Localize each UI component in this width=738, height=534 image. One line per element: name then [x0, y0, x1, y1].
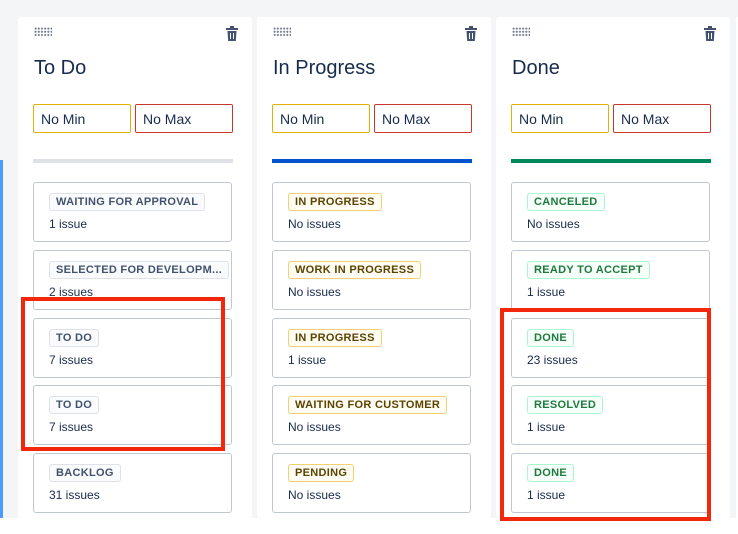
column-title[interactable]: In Progress [273, 57, 375, 80]
drag-handle-icon[interactable] [512, 27, 530, 37]
issue-count: No issues [288, 488, 341, 502]
status-card[interactable]: PENDING No issues [272, 453, 471, 513]
status-category-bar [33, 159, 233, 163]
offscreen-column-edge [0, 160, 3, 518]
drag-handle-icon[interactable] [273, 27, 291, 37]
status-card[interactable]: READY TO ACCEPT 1 issue [511, 250, 710, 310]
issue-count: 1 issue [527, 285, 566, 299]
trash-icon[interactable] [465, 26, 477, 41]
highlight-box-done [500, 308, 711, 521]
column-in-progress: In Progress No Min No Max IN PROGRESS No… [257, 17, 491, 518]
trash-icon[interactable] [226, 26, 238, 41]
status-card[interactable]: WAITING FOR APPROVAL 1 issue [33, 182, 232, 242]
status-card[interactable]: WORK IN PROGRESS No issues [272, 250, 471, 310]
status-lozenge: PENDING [288, 464, 355, 482]
status-lozenge: WAITING FOR APPROVAL [49, 193, 206, 211]
status-lozenge: IN PROGRESS [288, 193, 382, 211]
issue-count: 1 issue [288, 353, 327, 367]
status-lozenge: BACKLOG [49, 464, 121, 482]
issue-count: 1 issue [49, 217, 88, 231]
status-card[interactable]: IN PROGRESS 1 issue [272, 318, 471, 378]
highlight-box-todo [21, 297, 225, 451]
column-title[interactable]: To Do [34, 57, 86, 80]
min-limit-input[interactable]: No Min [511, 104, 609, 133]
status-card[interactable]: WAITING FOR CUSTOMER No issues [272, 385, 471, 445]
min-limit-input[interactable]: No Min [272, 104, 370, 133]
max-limit-input[interactable]: No Max [374, 104, 472, 133]
trash-icon[interactable] [704, 26, 716, 41]
max-limit-input[interactable]: No Max [135, 104, 233, 133]
status-lozenge: CANCELED [527, 193, 605, 211]
status-lozenge: IN PROGRESS [288, 329, 382, 347]
column-title[interactable]: Done [512, 57, 560, 80]
min-limit-input[interactable]: No Min [33, 104, 131, 133]
status-lozenge: READY TO ACCEPT [527, 261, 650, 279]
status-card[interactable]: CANCELED No issues [511, 182, 710, 242]
issue-count: No issues [288, 217, 341, 231]
issue-count: No issues [288, 285, 341, 299]
issue-count: 31 issues [49, 488, 100, 502]
status-category-bar [511, 159, 711, 163]
drag-handle-icon[interactable] [34, 27, 52, 37]
status-lozenge: WAITING FOR CUSTOMER [288, 396, 448, 414]
max-limit-input[interactable]: No Max [613, 104, 711, 133]
issue-count: No issues [288, 420, 341, 434]
status-lozenge: SELECTED FOR DEVELOPM... [49, 261, 230, 279]
status-card[interactable]: BACKLOG 31 issues [33, 453, 232, 513]
status-category-bar [272, 159, 472, 163]
status-card[interactable]: IN PROGRESS No issues [272, 182, 471, 242]
status-lozenge: WORK IN PROGRESS [288, 261, 422, 279]
issue-count: No issues [527, 217, 580, 231]
